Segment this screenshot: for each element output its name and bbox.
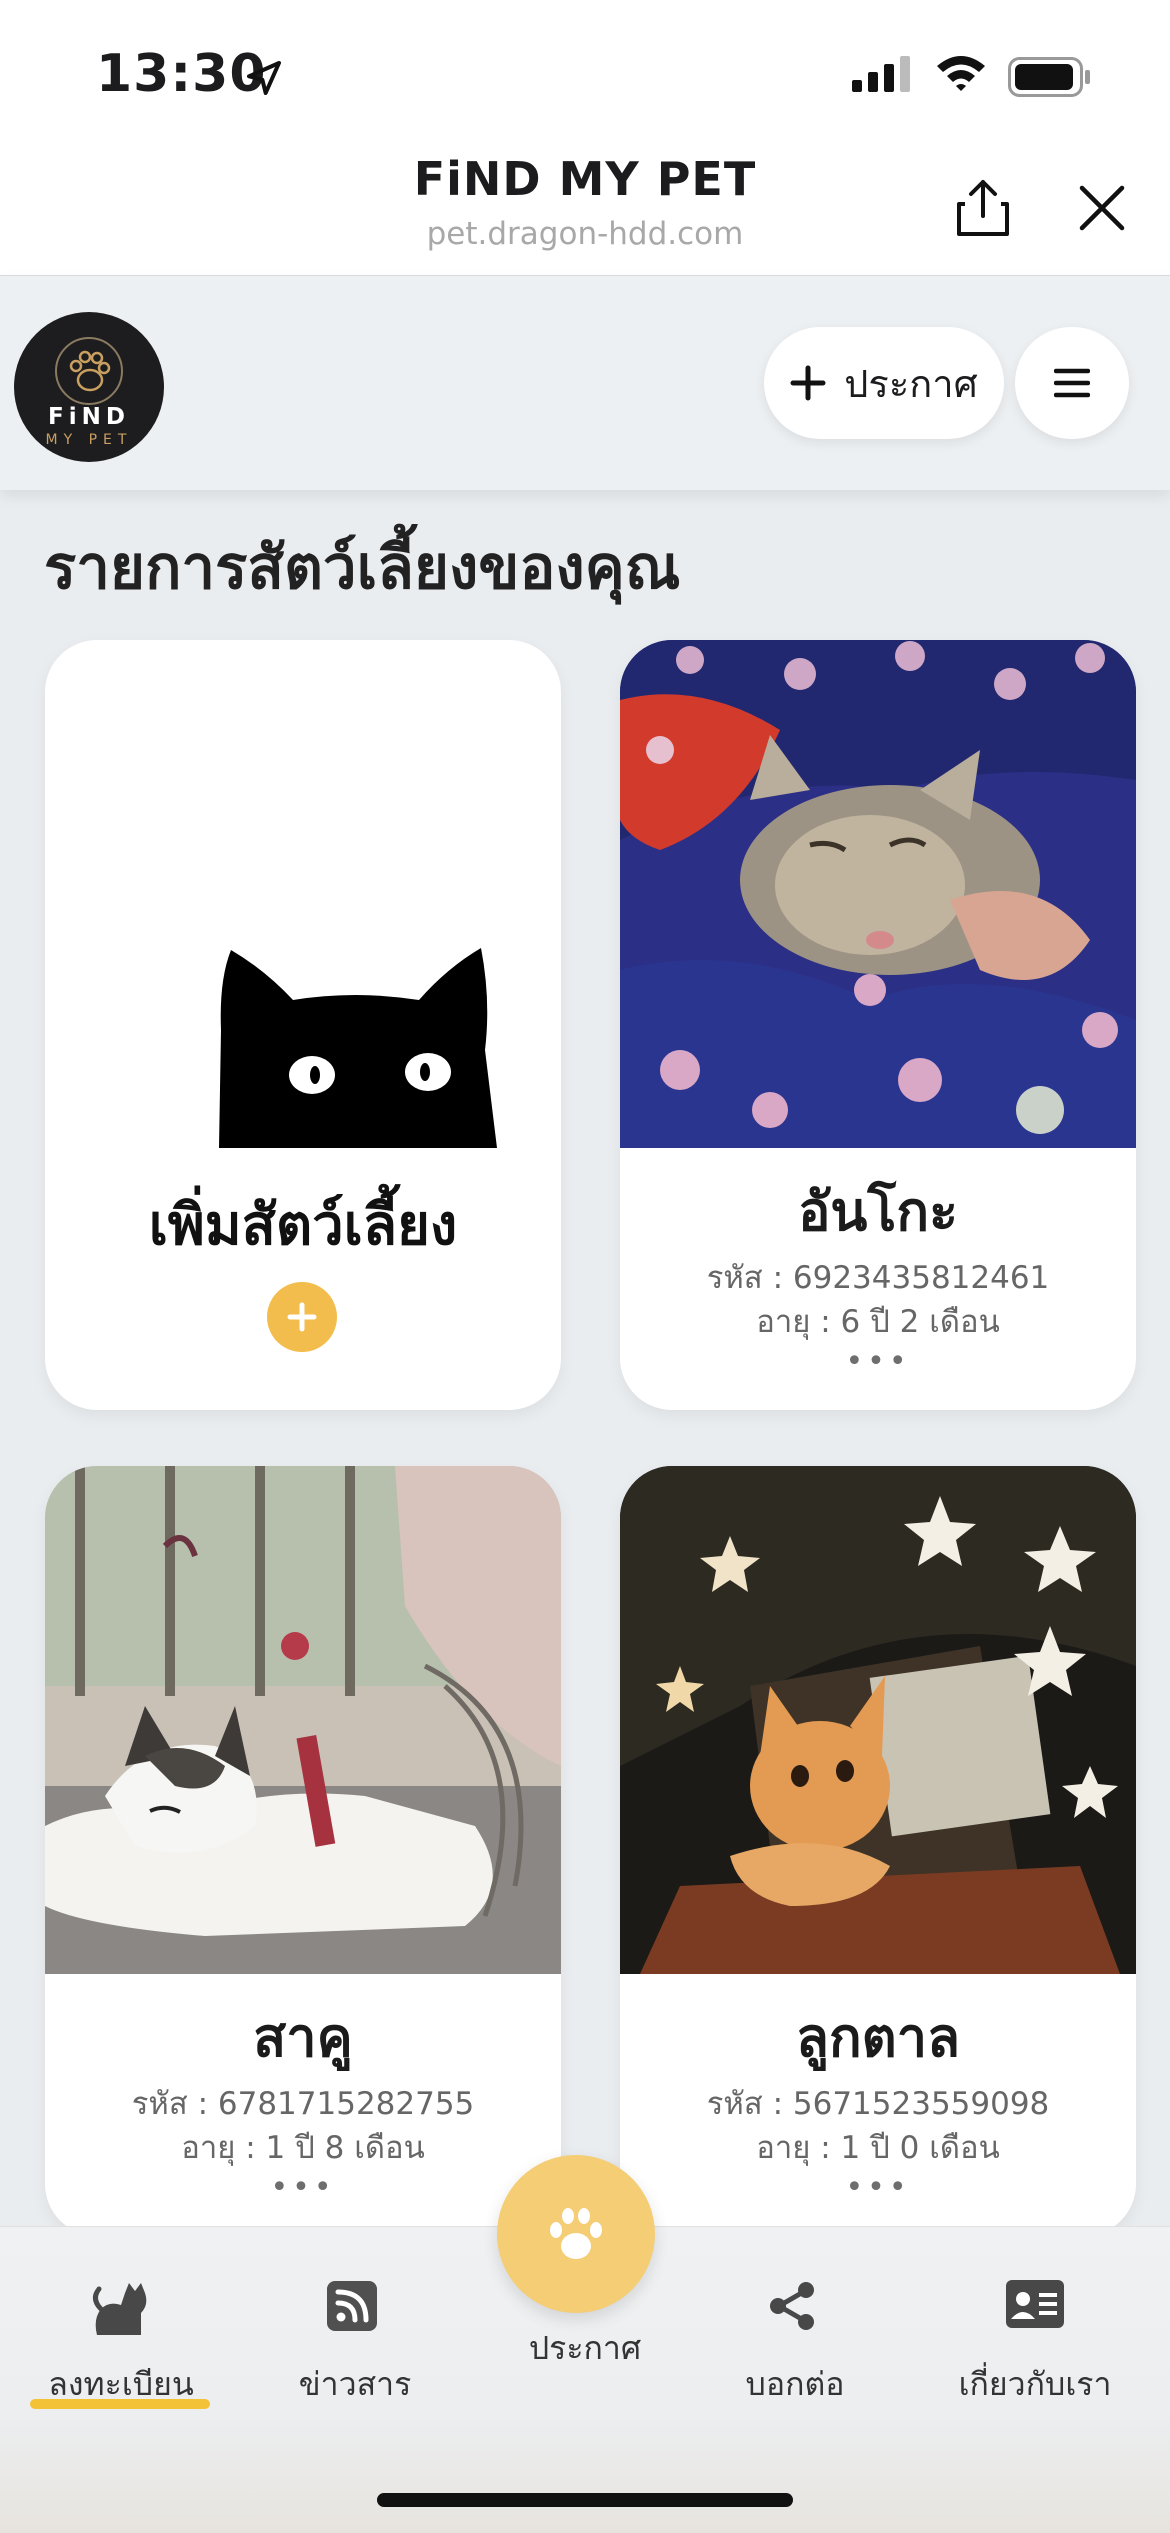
battery-icon xyxy=(1008,57,1090,97)
pet-code: รหัส : 6781715282755 xyxy=(131,2086,475,2122)
pet-card[interactable]: อันโกะ รหัส : 6923435812461 อายุ : 6 ปี … xyxy=(620,640,1136,1410)
pet-age: อายุ : 6 ปี 2 เดือน xyxy=(756,1304,1000,1340)
add-pet-card[interactable]: เพิ่มสัตว์เลี้ยง xyxy=(45,640,561,1410)
rss-icon xyxy=(327,2281,377,2331)
pet-card[interactable]: สาคู รหัส : 6781715282755 อายุ : 1 ปี 8 … xyxy=(45,1466,561,2236)
browser-bar: FiND MY PET pet.dragon-hdd.com xyxy=(0,140,1170,276)
app-header: FiND MY PET ประกาศ xyxy=(0,276,1170,490)
share-nodes-icon xyxy=(770,2282,814,2330)
paw-icon xyxy=(550,2208,602,2259)
pet-code: รหัส : 5671523559098 xyxy=(706,2086,1050,2122)
status-time: 13:30 xyxy=(96,44,267,104)
black-cat-icon xyxy=(219,948,497,1148)
app-logo[interactable]: FiND MY PET xyxy=(14,312,164,462)
pet-photo xyxy=(620,1466,1136,1974)
more-options-icon[interactable]: ••• xyxy=(45,2170,561,2205)
hamburger-icon xyxy=(1054,368,1090,398)
nav-label[interactable]: ประกาศ xyxy=(468,2323,702,2374)
more-options-icon[interactable]: ••• xyxy=(620,1344,1136,1379)
pet-card[interactable]: ลูกตาล รหัส : 5671523559098 อายุ : 1 ปี … xyxy=(620,1466,1136,2236)
status-bar: 13:30 xyxy=(0,0,1170,140)
plus-icon xyxy=(287,1302,317,1332)
add-pet-plus-button[interactable] xyxy=(267,1282,337,1352)
cellular-signal-icon xyxy=(852,56,910,92)
pet-code: รหัส : 6923435812461 xyxy=(706,1260,1050,1296)
home-indicator xyxy=(377,2493,793,2507)
logo-text-find: FiND xyxy=(48,404,130,430)
pet-age: อายุ : 1 ปี 0 เดือน xyxy=(756,2130,1000,2166)
hamburger-menu-button[interactable] xyxy=(1015,327,1129,439)
pet-age: อายุ : 1 ปี 8 เดือน xyxy=(181,2130,425,2166)
more-options-icon[interactable]: ••• xyxy=(620,2170,1136,2205)
add-pet-label: เพิ่มสัตว์เลี้ยง xyxy=(148,1193,458,1258)
pet-name: สาคู xyxy=(253,2006,353,2069)
post-button-label: ประกาศ xyxy=(844,361,978,406)
id-card-icon xyxy=(1006,2280,1064,2328)
paw-logo-icon xyxy=(55,337,123,405)
pet-photo xyxy=(620,640,1136,1148)
post-announcement-button[interactable]: ประกาศ xyxy=(764,327,1004,439)
location-arrow-icon xyxy=(247,61,281,95)
share-icon[interactable] xyxy=(955,178,1011,238)
pet-photo xyxy=(45,1466,561,1974)
nav-label: ข่าวสาร xyxy=(298,2365,412,2403)
nav-label: บอกต่อ xyxy=(745,2365,845,2403)
active-tab-indicator xyxy=(30,2399,210,2409)
pet-name: ลูกตาล xyxy=(795,2006,961,2069)
close-icon[interactable] xyxy=(1078,184,1126,232)
plus-icon xyxy=(790,365,826,401)
logo-text-mypet: MY PET xyxy=(45,432,133,448)
page-title: รายการสัตว์เลี้ยงของคุณ xyxy=(44,533,681,603)
bottom-navigation: ลงทะเบียน ข่าวสาร ประกาศ บอกต่อ เกี่ยวกั… xyxy=(0,2155,1170,2533)
nav-item-announce-button[interactable] xyxy=(497,2155,655,2313)
wifi-icon xyxy=(937,56,985,91)
pet-name: อันโกะ xyxy=(797,1180,959,1243)
nav-label: เกี่ยวกับเรา xyxy=(958,2365,1112,2403)
cat-icon xyxy=(93,2283,147,2335)
